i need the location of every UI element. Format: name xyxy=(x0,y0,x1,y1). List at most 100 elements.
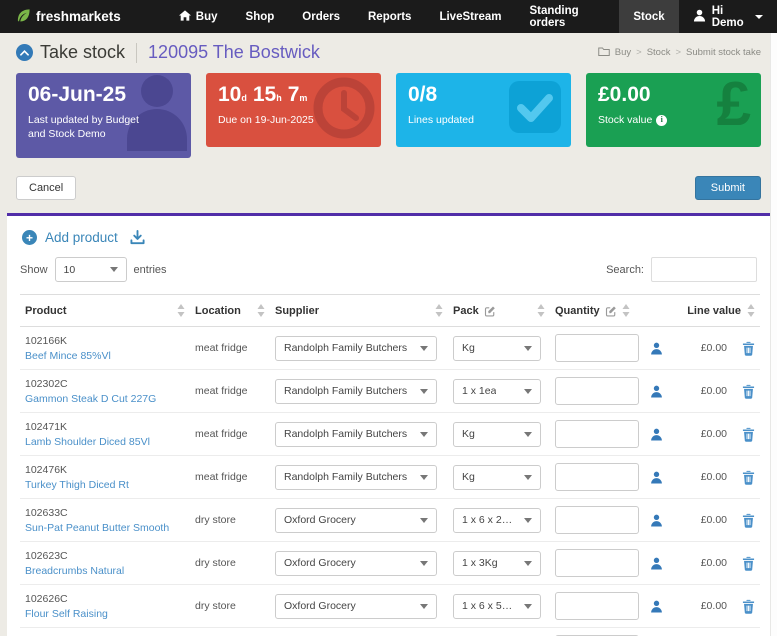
user-history-icon[interactable] xyxy=(650,428,663,441)
supplier-select[interactable]: Oxford Grocery xyxy=(275,550,437,576)
pack-select[interactable]: 1 x 3Kg xyxy=(453,550,541,576)
pack-select[interactable]: 1 x 6 x 227g xyxy=(453,507,541,533)
supplier-select[interactable]: Oxford Grocery xyxy=(275,507,437,533)
header-product[interactable]: Product xyxy=(20,294,190,327)
nav-item-reports[interactable]: Reports xyxy=(354,0,425,33)
header-quantity[interactable]: Quantity xyxy=(550,294,678,327)
product-code: 102302C xyxy=(25,377,68,390)
header-location[interactable]: Location xyxy=(190,294,270,327)
info-icon[interactable]: i xyxy=(656,114,668,126)
header-pack[interactable]: Pack xyxy=(448,294,550,327)
user-history-icon[interactable] xyxy=(650,514,663,527)
sort-icon xyxy=(257,304,265,317)
plus-icon[interactable]: + xyxy=(22,230,37,245)
product-code: 102623C xyxy=(25,549,68,562)
quantity-input[interactable] xyxy=(555,420,639,448)
search-label: Search: xyxy=(606,263,644,276)
quantity-input[interactable] xyxy=(555,463,639,491)
supplier-select[interactable]: Oxford Grocery xyxy=(275,593,437,619)
last-updated-card: 06-Jun-25 Last updated by Budget and Sto… xyxy=(16,73,191,158)
line-value: £0.00 xyxy=(700,385,727,397)
cancel-button[interactable]: Cancel xyxy=(16,176,77,200)
line-value: £0.00 xyxy=(700,557,727,569)
product-link[interactable]: Sun-Pat Peanut Butter Smooth xyxy=(25,522,185,534)
nav-item-orders[interactable]: Orders xyxy=(288,0,354,33)
user-history-icon[interactable] xyxy=(650,600,663,613)
delete-icon[interactable] xyxy=(742,341,755,356)
stock-value-label: Stock value xyxy=(598,114,653,126)
user-history-icon[interactable] xyxy=(650,385,663,398)
pack-select[interactable]: 1 x 6 x 500g xyxy=(453,593,541,619)
table-row: 102166K Beef Mince 85%Vl meat fridge Ran… xyxy=(20,326,760,370)
pack-select[interactable]: Kg xyxy=(453,421,541,447)
supplier-select[interactable]: Randolph Family Butchers xyxy=(275,464,437,490)
pack-select[interactable]: 1 x 1ea xyxy=(453,378,541,404)
product-link[interactable]: Flour Self Raising xyxy=(25,608,185,620)
supplier-select[interactable]: Randolph Family Butchers xyxy=(275,335,437,361)
lines-updated-label: Lines updated xyxy=(408,114,474,126)
user-history-icon[interactable] xyxy=(650,557,663,570)
delete-icon[interactable] xyxy=(742,427,755,442)
location-cell: meat fridge xyxy=(195,385,248,397)
delete-icon[interactable] xyxy=(742,556,755,571)
product-link[interactable]: Gammon Steak D Cut 227G xyxy=(25,393,185,405)
collapse-icon[interactable] xyxy=(16,44,33,61)
quantity-input[interactable] xyxy=(555,334,639,362)
quantity-input[interactable] xyxy=(555,506,639,534)
header-supplier[interactable]: Supplier xyxy=(270,294,448,327)
brand-logo[interactable]: freshmarkets xyxy=(0,0,135,33)
submit-button[interactable]: Submit xyxy=(694,176,761,200)
line-value: £0.00 xyxy=(700,514,727,526)
chevron-down-icon xyxy=(524,431,532,437)
edit-icon xyxy=(484,306,495,317)
product-link[interactable]: Lamb Shoulder Diced 85Vl xyxy=(25,436,185,448)
table-row: 102633C Sun-Pat Peanut Butter Smooth dry… xyxy=(20,498,760,542)
pack-select[interactable]: Kg xyxy=(453,464,541,490)
quantity-input[interactable] xyxy=(555,377,639,405)
user-history-icon[interactable] xyxy=(650,342,663,355)
chevron-down-icon xyxy=(420,345,428,351)
download-icon[interactable] xyxy=(130,230,145,245)
due-countdown: 10d 15h 7m xyxy=(218,83,308,106)
supplier-select[interactable]: Randolph Family Butchers xyxy=(275,421,437,447)
user-menu[interactable]: Hi Demo xyxy=(679,0,777,33)
table-row: 102302C Gammon Steak D Cut 227G meat fri… xyxy=(20,369,760,413)
sort-icon xyxy=(177,304,185,317)
add-product-link[interactable]: Add product xyxy=(45,230,118,245)
delete-icon[interactable] xyxy=(742,599,755,614)
supplier-select[interactable]: Randolph Family Butchers xyxy=(275,378,437,404)
product-code: 102626C xyxy=(25,592,68,605)
page-size-select[interactable]: 10 xyxy=(54,257,127,282)
lines-updated-card: 0/8 Lines updated xyxy=(396,73,571,147)
nav-item-stock[interactable]: Stock xyxy=(619,0,679,33)
folder-icon xyxy=(598,46,610,59)
search-input[interactable] xyxy=(651,257,757,282)
product-link[interactable]: Beef Mince 85%Vl xyxy=(25,350,185,362)
table-row: 102626C Flour Self Raising dry store Oxf… xyxy=(20,584,760,628)
nav-item-buy[interactable]: Buy xyxy=(165,0,232,33)
delete-icon[interactable] xyxy=(742,470,755,485)
scrollbar[interactable] xyxy=(770,33,777,636)
user-icon xyxy=(693,9,706,25)
header-line-value[interactable]: Line value xyxy=(678,294,760,327)
delete-icon[interactable] xyxy=(742,384,755,399)
chevron-down-icon xyxy=(524,345,532,351)
location-cell: dry store xyxy=(195,557,236,569)
product-link[interactable]: Breadcrumbs Natural xyxy=(25,565,185,577)
quantity-input[interactable] xyxy=(555,592,639,620)
product-link[interactable]: Turkey Thigh Diced Rt xyxy=(25,479,185,491)
home-icon xyxy=(178,9,191,24)
pack-select[interactable]: Kg xyxy=(453,335,541,361)
breadcrumb-root[interactable]: Buy xyxy=(615,47,631,58)
delete-icon[interactable] xyxy=(742,513,755,528)
quantity-input[interactable] xyxy=(555,549,639,577)
breadcrumb-section[interactable]: Stock xyxy=(647,47,671,58)
chevron-down-icon xyxy=(524,474,532,480)
nav-item-shop[interactable]: Shop xyxy=(232,0,289,33)
chevron-down-icon xyxy=(420,560,428,566)
user-history-icon[interactable] xyxy=(650,471,663,484)
line-value: £0.00 xyxy=(700,428,727,440)
nav-item-standing-orders[interactable]: Standing orders xyxy=(515,0,619,33)
product-code: 102166K xyxy=(25,334,68,347)
nav-item-livestream[interactable]: LiveStream xyxy=(425,0,515,33)
